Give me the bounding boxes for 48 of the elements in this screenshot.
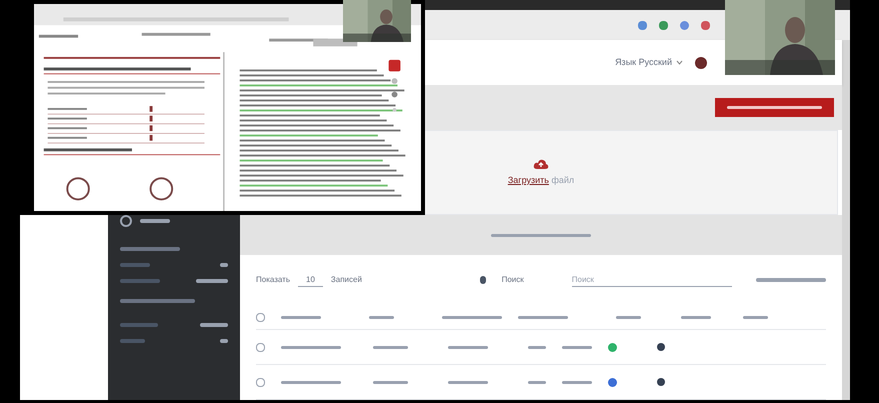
page-size-select[interactable]: 10 [298, 274, 323, 286]
search-field[interactable]: Поиск [572, 274, 732, 286]
blurred-text-drawing [281, 380, 341, 384]
blurred-text-drawing [562, 346, 592, 348]
blurred-text-drawing [140, 219, 170, 223]
blurred-text-drawing [369, 316, 394, 318]
blurred-text-drawing [220, 339, 228, 343]
blurred-text-drawing [528, 346, 546, 348]
upload-link[interactable]: Загрузить [508, 174, 549, 185]
extension-icon[interactable] [701, 20, 710, 30]
extension-icon[interactable] [659, 20, 668, 30]
blurred-text-drawing [743, 316, 768, 318]
user-icon [120, 215, 132, 227]
blurred-text-drawing [562, 380, 592, 384]
extension-icon[interactable] [638, 20, 647, 30]
checkbox[interactable] [256, 378, 265, 386]
blurred-text-drawing [442, 316, 502, 318]
blurred-text-drawing [518, 316, 568, 318]
blurred-text-drawing [528, 380, 546, 384]
upload-text: файл [551, 174, 574, 185]
blurred-text-drawing [373, 380, 408, 384]
checkbox[interactable] [256, 312, 265, 322]
extension-icon[interactable] [680, 20, 689, 30]
cloud-upload-icon [533, 158, 549, 170]
entries-label: Записей [330, 274, 362, 286]
blurred-text-drawing [681, 316, 711, 318]
checkbox[interactable] [256, 342, 265, 352]
blurred-text-drawing [120, 247, 180, 251]
blurred-text-drawing [220, 263, 228, 267]
avatar-icon[interactable] [695, 56, 707, 68]
language-select[interactable]: Язык Русский [615, 56, 683, 70]
blurred-text-drawing [120, 263, 150, 267]
blurred-text-drawing [196, 279, 228, 283]
blurred-text-drawing [616, 316, 641, 318]
blurred-text-drawing [120, 279, 160, 283]
blurred-text-drawing [448, 380, 488, 384]
show-label: Показать [256, 274, 290, 286]
blurred-text-drawing [281, 346, 341, 348]
blurred-text-drawing [756, 278, 826, 282]
primary-action-button[interactable] [715, 98, 834, 117]
chevron-down-icon [676, 60, 683, 65]
blurred-text-drawing [120, 323, 158, 327]
blurred-text-drawing [120, 339, 145, 343]
blurred-text-drawing [373, 346, 408, 348]
blurred-text-drawing [281, 316, 321, 318]
blurred-text-drawing [200, 323, 228, 327]
blurred-text-drawing [448, 346, 488, 348]
search-label: Поиск [502, 274, 524, 286]
